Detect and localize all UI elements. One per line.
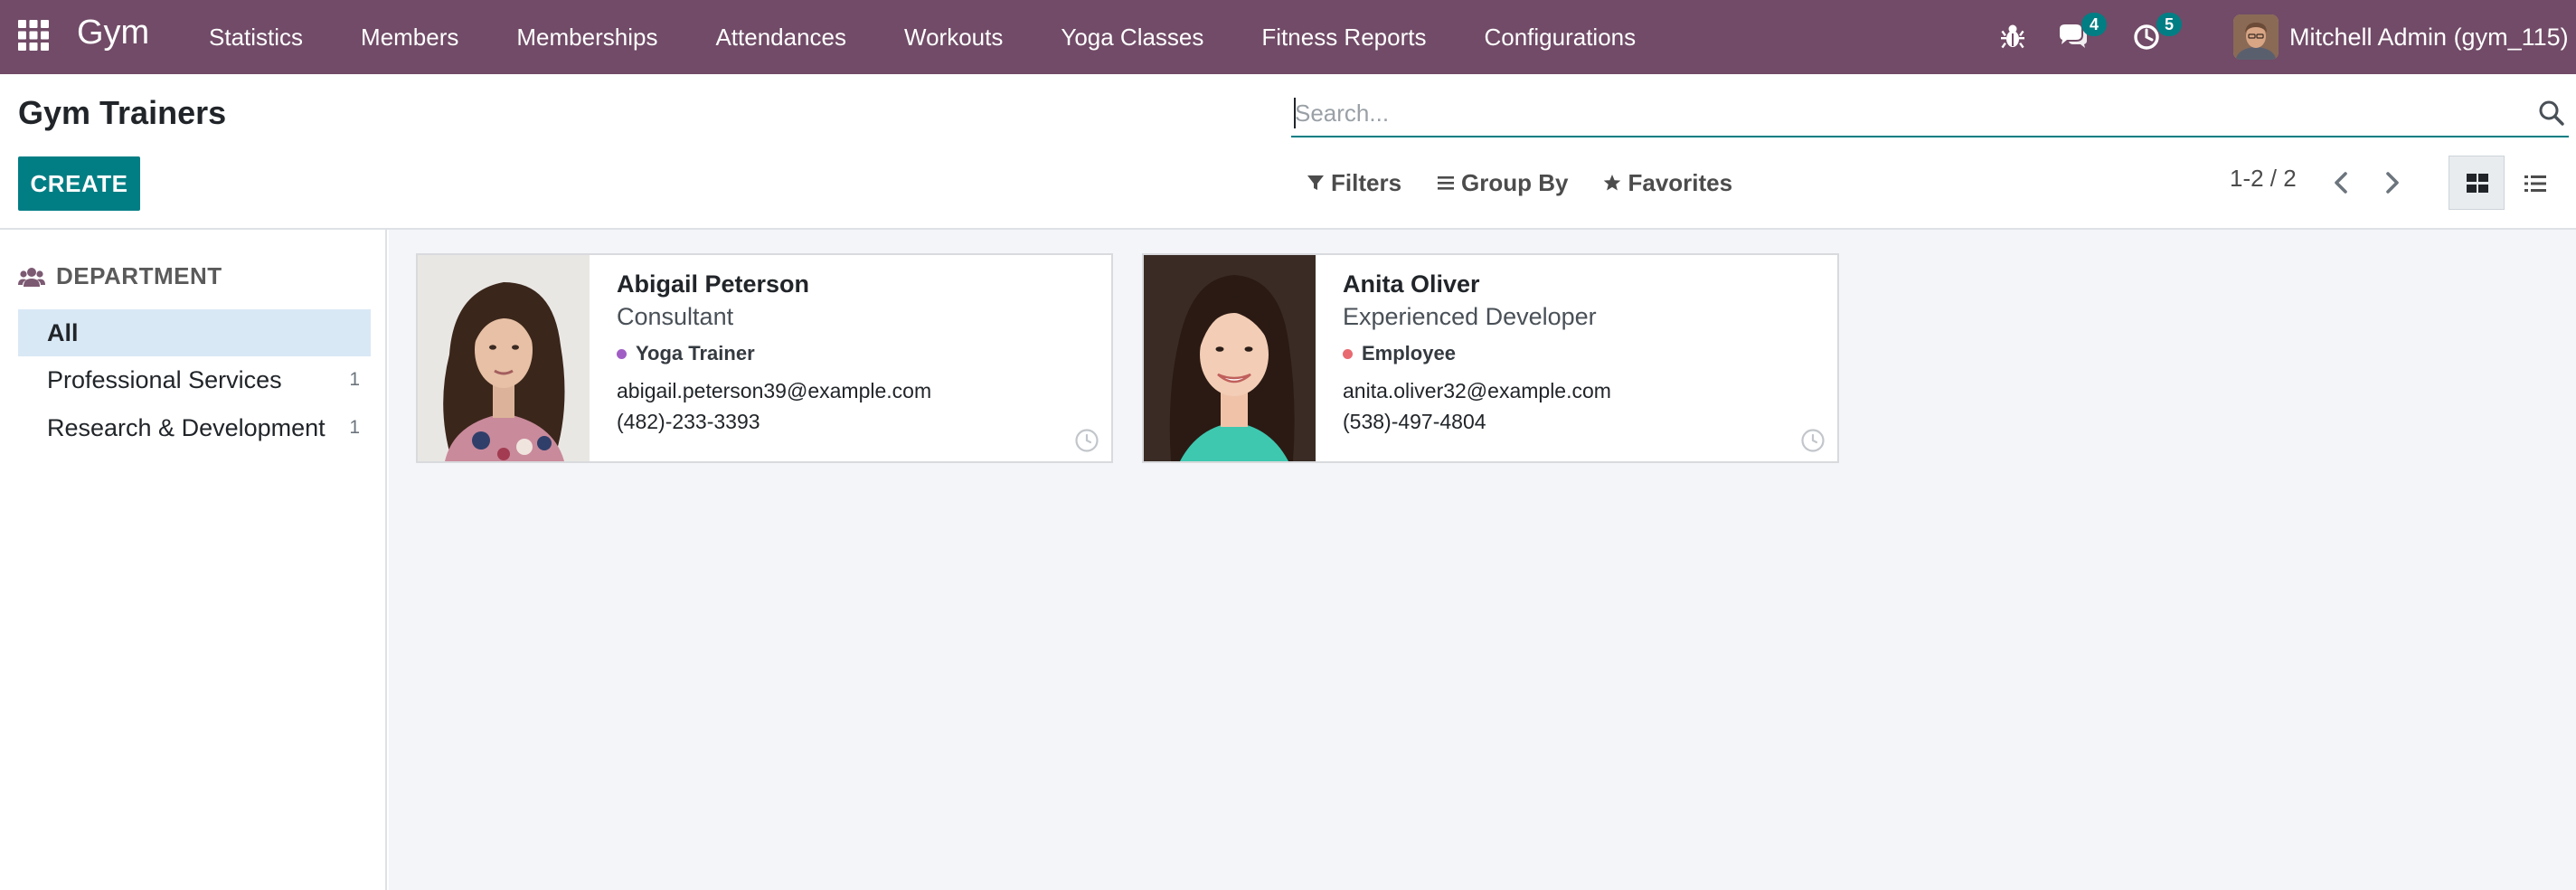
- menu-item-fitness-reports[interactable]: Fitness Reports: [1232, 0, 1455, 74]
- search-icon[interactable]: [2536, 98, 2567, 128]
- user-name: Mitchell Admin (gym_115): [2289, 23, 2569, 51]
- activities-count-badge: 5: [2156, 13, 2182, 36]
- tag-color-dot: [1343, 348, 1353, 359]
- menu-item-yoga-classes[interactable]: Yoga Classes: [1032, 0, 1232, 74]
- chevron-left-icon: [2335, 172, 2347, 194]
- sidebar-item-all[interactable]: All: [18, 309, 371, 356]
- employee-phone: (482)-233-3393: [617, 410, 760, 433]
- page-title: Gym Trainers: [18, 94, 227, 131]
- employee-name: Anita Oliver: [1343, 270, 1480, 298]
- bars-icon: [1438, 176, 1455, 190]
- control-panel: Gym Trainers CREATE Filters Group By Fav…: [0, 74, 2576, 230]
- main-navbar: Gym Statistics Members Memberships Atten…: [0, 0, 2576, 74]
- main-menu: Statistics Members Memberships Attendanc…: [180, 0, 1665, 74]
- group-by-button[interactable]: Group By: [1436, 169, 1568, 197]
- sidebar-item-professional-services[interactable]: Professional Services 1: [18, 356, 371, 403]
- kanban-view-button[interactable]: [2449, 156, 2505, 210]
- filters-button[interactable]: Filters: [1306, 169, 1401, 197]
- create-button[interactable]: CREATE: [18, 156, 140, 211]
- favorites-label: Favorites: [1628, 168, 1733, 196]
- sidebar-item-count: 1: [349, 417, 360, 438]
- sidebar-header-label: DEPARTMENT: [56, 262, 222, 289]
- kanban-icon: [2467, 174, 2488, 193]
- search-input[interactable]: [1295, 92, 2515, 134]
- employee-photo: [1144, 255, 1316, 461]
- filter-icon: [1307, 175, 1324, 190]
- app-brand[interactable]: Gym: [77, 8, 149, 57]
- employee-job-title: Consultant: [617, 303, 734, 330]
- group-by-label: Group By: [1461, 168, 1569, 196]
- grid-icon: [18, 20, 49, 51]
- menu-item-statistics[interactable]: Statistics: [180, 0, 332, 74]
- card-body: Anita Oliver Experienced Developer Emplo…: [1343, 268, 1826, 438]
- list-icon: [2524, 175, 2546, 192]
- favorites-button[interactable]: Favorites: [1602, 169, 1732, 197]
- sidebar-item-label: All: [47, 318, 79, 346]
- messages-button[interactable]: 4: [2056, 13, 2107, 54]
- list-view-button[interactable]: [2506, 156, 2562, 210]
- activity-clock-icon[interactable]: [1799, 427, 1826, 454]
- pager-previous-button[interactable]: [2326, 165, 2358, 201]
- pager-next-button[interactable]: [2375, 165, 2408, 201]
- sidebar-item-count: 1: [349, 369, 360, 390]
- sidebar-item-research-development[interactable]: Research & Development 1: [18, 404, 371, 451]
- star-icon: [1604, 175, 1621, 191]
- tag-label: Employee: [1362, 342, 1456, 365]
- search-bar: [1291, 90, 2569, 137]
- user-menu[interactable]: Mitchell Admin (gym_115): [2233, 9, 2569, 65]
- filters-label: Filters: [1331, 168, 1402, 196]
- sidebar-item-label: Research & Development: [47, 413, 326, 441]
- chevron-right-icon: [2386, 172, 2399, 194]
- apps-menu-button[interactable]: [16, 18, 51, 52]
- kanban-view: Abigail Peterson Consultant Yoga Trainer…: [389, 230, 2576, 890]
- tag-color-dot: [617, 348, 627, 359]
- search-options: Filters Group By Favorites: [1306, 161, 1767, 204]
- activity-clock-icon[interactable]: [1073, 427, 1100, 454]
- tag-label: Yoga Trainer: [636, 342, 755, 365]
- employee-tag: Employee: [1343, 340, 1826, 367]
- employee-email: abigail.peterson39@example.com: [617, 379, 932, 402]
- bug-icon: [2001, 24, 2024, 49]
- employee-job-title: Experienced Developer: [1343, 303, 1597, 330]
- activities-button[interactable]: 5: [2131, 13, 2182, 54]
- users-icon: [18, 267, 45, 287]
- user-avatar: [2233, 14, 2279, 60]
- messages-count-badge: 4: [2081, 13, 2107, 36]
- text-cursor: [1294, 98, 1296, 128]
- employee-phone: (538)-497-4804: [1343, 410, 1486, 433]
- debug-button[interactable]: [1996, 18, 2029, 54]
- sidebar-header: DEPARTMENT: [18, 262, 222, 290]
- menu-item-configurations[interactable]: Configurations: [1455, 0, 1665, 74]
- pager-value[interactable]: 1-2 / 2: [2230, 165, 2297, 193]
- kanban-card[interactable]: Abigail Peterson Consultant Yoga Trainer…: [416, 253, 1113, 463]
- sidebar-item-label: Professional Services: [47, 365, 282, 393]
- menu-item-memberships[interactable]: Memberships: [487, 0, 686, 74]
- employee-tag: Yoga Trainer: [617, 340, 1100, 367]
- kanban-card[interactable]: Anita Oliver Experienced Developer Emplo…: [1142, 253, 1839, 463]
- employee-name: Abigail Peterson: [617, 270, 810, 298]
- department-sidebar: DEPARTMENT All Professional Services 1 R…: [0, 230, 387, 890]
- employee-email: anita.oliver32@example.com: [1343, 379, 1611, 402]
- employee-photo: [418, 255, 590, 461]
- card-body: Abigail Peterson Consultant Yoga Trainer…: [617, 268, 1100, 438]
- menu-item-workouts[interactable]: Workouts: [875, 0, 1032, 74]
- menu-item-attendances[interactable]: Attendances: [686, 0, 875, 74]
- menu-item-members[interactable]: Members: [332, 0, 487, 74]
